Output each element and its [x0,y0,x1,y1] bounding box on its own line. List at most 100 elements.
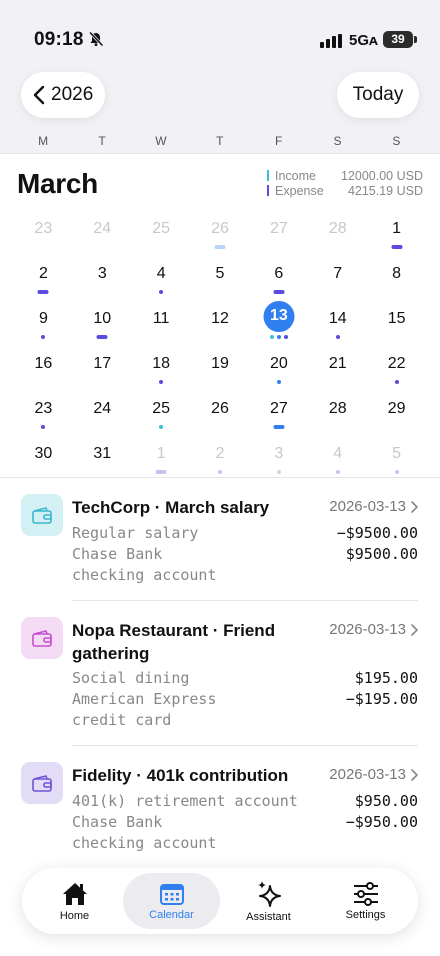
calendar-day[interactable]: 22 [367,343,426,388]
calendar-day[interactable]: 7 [308,253,367,298]
signal-icon [320,34,342,48]
calendar-day[interactable]: 30 [14,433,73,478]
day-number: 27 [269,400,288,417]
month-title: March [17,168,98,199]
chevron-left-icon [33,85,45,105]
calendar-day[interactable]: 14 [308,298,367,343]
calendar-day[interactable]: 27 [249,208,308,253]
marker-dash [391,245,403,249]
transaction-date: 2026-03-13 [329,498,418,515]
calendar-day[interactable]: 2 [191,433,250,478]
day-number: 1 [156,445,166,462]
divider [72,745,418,746]
calendar-day[interactable]: 25 [132,388,191,433]
calendar-day[interactable]: 19 [191,343,250,388]
transaction-icon-box [21,762,63,804]
day-number: 16 [34,355,53,372]
calendar-day[interactable]: 24 [73,208,132,253]
transaction-amount: −$9500.00 [336,524,418,542]
transaction-marker [276,380,281,384]
weekday-label: T [216,134,224,148]
calendar-day[interactable]: 23 [14,208,73,253]
day-number: 14 [328,310,347,327]
calendar-day[interactable]: 3 [249,433,308,478]
day-number: 1 [392,220,402,237]
calendar-day[interactable]: 28 [308,388,367,433]
day-number: 30 [34,445,53,462]
transaction-detail: 401(k) retirement account [72,792,298,810]
transaction-marker [155,470,167,474]
calendar-day[interactable]: 5 [367,433,426,478]
transaction-amount: $9500.00 [345,545,418,563]
calendar-day[interactable]: 9 [14,298,73,343]
chevron-right-icon [411,623,418,636]
back-to-year-button[interactable]: 2026 [21,72,105,118]
sparkles-icon [257,880,281,907]
calendar-day[interactable]: 2 [14,253,73,298]
day-number: 5 [392,445,402,462]
transaction-marker [273,290,285,294]
expense-label: Expense [275,183,324,198]
today-button[interactable]: Today [337,72,419,118]
calendar-day[interactable]: 15 [367,298,426,343]
wallet-icon [32,775,52,792]
transaction-icon-box [21,494,63,536]
calendar-day-selected[interactable]: 13 [249,298,308,343]
income-summary: Income 12000.00 USD [267,168,423,183]
marker-dash [155,470,167,474]
tab-assistant[interactable]: Assistant [220,873,317,929]
calendar-day[interactable]: 8 [367,253,426,298]
calendar-day[interactable]: 31 [73,433,132,478]
day-number: 21 [328,355,347,372]
transaction-marker [41,335,46,339]
month-summary: Income 12000.00 USD Expense 4215.19 USD [267,168,423,198]
day-number: 27 [269,220,288,237]
calendar-day[interactable]: 25 [132,208,191,253]
calendar-day[interactable]: 26 [191,208,250,253]
transaction-detail: checking account [72,566,217,584]
transaction-marker [335,470,340,474]
house-icon [62,882,87,905]
calendar-day[interactable]: 20 [249,343,308,388]
calendar-day[interactable]: 21 [308,343,367,388]
calendar-day[interactable]: 11 [132,298,191,343]
calendar-day[interactable]: 17 [73,343,132,388]
calendar-day[interactable]: 16 [14,343,73,388]
calendar-week-row: 9 10 11 12 13 14 15 [14,298,426,343]
calendar-day[interactable]: 6 [249,253,308,298]
calendar-day[interactable]: 29 [367,388,426,433]
marker-dot [335,335,340,339]
calendar-day[interactable]: 4 [308,433,367,478]
weekday-label: S [392,134,401,148]
transaction-date: 2026-03-13 [329,621,418,638]
transaction-marker [214,245,226,249]
transaction-title: Fidelity · 401k contribution [72,766,289,785]
wallet-icon [32,507,52,524]
calendar-day[interactable]: 12 [191,298,250,343]
weekday-label: T [98,134,107,148]
calendar-day[interactable]: 23 [14,388,73,433]
day-number: 25 [152,220,171,237]
tab-label: Calendar [149,908,194,921]
calendar-day[interactable]: 27 [249,388,308,433]
day-number: 25 [152,400,171,417]
day-number: 23 [34,400,53,417]
transaction-title: Nopa Restaurant · Friend gathering [72,621,276,663]
tab-settings[interactable]: Settings [317,873,414,929]
calendar-day[interactable]: 28 [308,208,367,253]
marker-dot [276,470,281,474]
tab-calendar[interactable]: Calendar [123,873,220,929]
calendar-day[interactable]: 3 [73,253,132,298]
calendar-day[interactable]: 18 [132,343,191,388]
calendar-day[interactable]: 4 [132,253,191,298]
calendar-day[interactable]: 5 [191,253,250,298]
marker-dot [394,470,399,474]
calendar-day[interactable]: 1 [132,433,191,478]
calendar-day[interactable]: 10 [73,298,132,343]
calendar-day[interactable]: 26 [191,388,250,433]
day-number: 18 [152,355,171,372]
tab-home[interactable]: Home [26,873,123,929]
marker-dot [276,335,281,339]
calendar-day[interactable]: 1 [367,208,426,253]
calendar-day[interactable]: 24 [73,388,132,433]
